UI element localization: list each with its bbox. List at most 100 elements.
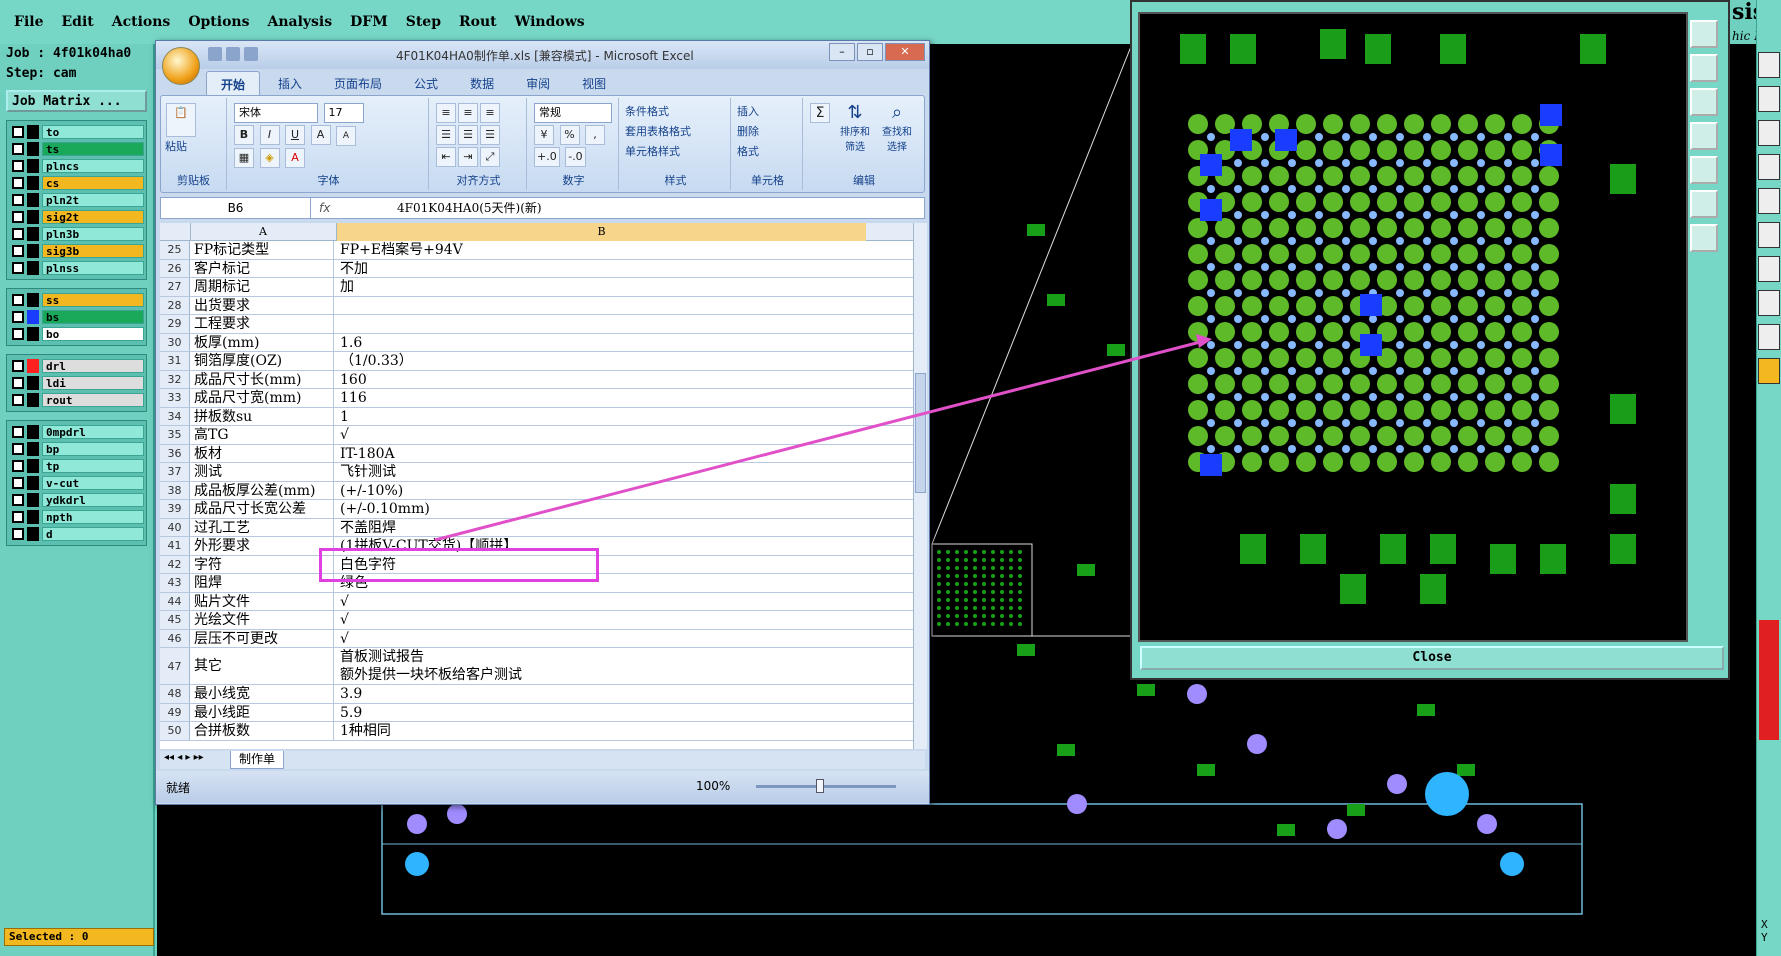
zoom-slider[interactable] <box>756 785 896 788</box>
row-number[interactable]: 41 <box>160 537 190 555</box>
cell-b[interactable]: 不加 <box>340 260 865 278</box>
zoom-level[interactable]: 100% <box>696 779 730 793</box>
font-color-icon[interactable]: A <box>285 148 305 168</box>
tool-1-icon[interactable] <box>1758 52 1780 78</box>
row-number[interactable]: 28 <box>160 296 190 314</box>
spreadsheet-grid[interactable]: A B 25 FP标记类型 FP+E档案号+94V 26 客户标记 不加 27 周期标记加 28… <box>160 223 913 749</box>
row-number[interactable]: 29 <box>160 315 190 333</box>
layer-row-d[interactable]: d <box>9 526 144 542</box>
row-number[interactable]: 32 <box>160 370 190 388</box>
row-number[interactable]: 38 <box>160 481 190 499</box>
row-number[interactable]: 36 <box>160 444 190 462</box>
cell-a[interactable]: 其它 <box>194 648 334 684</box>
zoom-tool-5-icon[interactable] <box>1690 156 1718 184</box>
percent-button[interactable]: % <box>559 125 580 145</box>
orientation-icon[interactable]: ⤢ <box>480 147 500 167</box>
layer-row-plncs[interactable]: plncs <box>9 158 144 174</box>
menu-file[interactable]: File <box>14 14 43 30</box>
sheet-nav-icon[interactable]: ◂◂ ◂ ▸ ▸▸ <box>164 752 204 763</box>
fx-icon[interactable]: fx <box>319 198 379 218</box>
layer-row-ldi[interactable]: ldi <box>9 375 144 391</box>
italic-button[interactable]: I <box>259 125 280 145</box>
align-left-icon[interactable]: ☰ <box>436 125 456 145</box>
job-matrix-button[interactable]: Job Matrix ... <box>6 90 147 112</box>
cell-b[interactable]: 不盖阻焊 <box>340 519 865 537</box>
cell-b[interactable] <box>340 315 865 333</box>
redo-icon[interactable] <box>226 47 240 61</box>
layer-checkbox[interactable] <box>12 245 24 257</box>
find-select-button[interactable]: ⌕ 查找和选择 <box>879 102 915 153</box>
layer-checkbox[interactable] <box>12 228 24 240</box>
tab-formulas[interactable]: 公式 <box>400 71 452 95</box>
row-number[interactable]: 26 <box>160 259 190 277</box>
layer-row-ss[interactable]: ss <box>9 292 144 308</box>
cell-a[interactable]: 合拼板数 <box>194 722 334 740</box>
cell-b[interactable]: √ <box>340 630 865 648</box>
layer-checkbox[interactable] <box>12 160 24 172</box>
paste-button[interactable]: 粘贴 <box>165 138 197 154</box>
layer-row-rout[interactable]: rout <box>9 392 144 408</box>
menu-dfm[interactable]: DFM <box>350 14 388 30</box>
row-number[interactable]: 49 <box>160 703 190 721</box>
row-number[interactable]: 45 <box>160 611 190 629</box>
minimize-button[interactable]: – <box>829 43 855 61</box>
cell-a[interactable]: FP标记类型 <box>194 241 334 259</box>
name-box[interactable]: B6 <box>161 198 311 218</box>
layer-row-drl[interactable]: drl <box>9 358 144 374</box>
sheet-tab[interactable]: 制作单 <box>230 751 285 769</box>
shrink-font-button[interactable]: A <box>336 126 356 146</box>
layer-checkbox[interactable] <box>12 360 24 372</box>
cell-a[interactable]: 铜箔厚度(OZ) <box>194 352 334 370</box>
cell-a[interactable]: 层压不可更改 <box>194 629 334 647</box>
align-right-icon[interactable]: ☰ <box>480 125 500 145</box>
pointer-tool-icon[interactable] <box>1758 358 1780 384</box>
menu-options[interactable]: Options <box>188 14 249 30</box>
scroll-thumb[interactable] <box>915 373 926 493</box>
cell-b[interactable]: 116 <box>340 389 865 407</box>
layer-row-tp[interactable]: tp <box>9 458 144 474</box>
cell-b[interactable]: 1种相同 <box>340 722 865 740</box>
paste-icon[interactable]: 📋 <box>166 103 196 137</box>
column-header-a[interactable]: A <box>190 223 335 241</box>
tool-7-icon[interactable] <box>1758 256 1780 282</box>
cell-a[interactable]: 最小线宽 <box>194 685 334 703</box>
cell-b[interactable] <box>340 297 865 315</box>
menu-rout[interactable]: Rout <box>459 14 497 30</box>
row-number[interactable]: 50 <box>160 722 190 740</box>
row-number[interactable]: 40 <box>160 518 190 536</box>
table-format-button[interactable]: 套用表格格式 <box>625 122 691 142</box>
restore-button[interactable]: ▫ <box>857 43 883 61</box>
tool-4-icon[interactable] <box>1758 154 1780 180</box>
autosum-button[interactable]: Σ <box>810 103 830 123</box>
layer-checkbox[interactable] <box>12 194 24 206</box>
decrease-decimal-button[interactable]: -.0 <box>565 147 586 167</box>
fill-color-icon[interactable]: ◈ <box>259 148 280 168</box>
layer-row-pln2t[interactable]: pln2t <box>9 192 144 208</box>
cell-a[interactable]: 周期标记 <box>194 278 334 296</box>
cell-a[interactable]: 阻焊 <box>194 574 334 592</box>
menu-analysis[interactable]: Analysis <box>267 14 332 30</box>
indent-icon[interactable]: ⇤ <box>436 147 456 167</box>
format-cells-button[interactable]: 格式 <box>737 142 759 162</box>
row-number[interactable]: 30 <box>160 333 190 351</box>
undo-icon[interactable] <box>208 47 222 61</box>
conditional-format-button[interactable]: 条件格式 <box>625 102 691 122</box>
cell-a[interactable]: 过孔工艺 <box>194 518 334 536</box>
cell-a[interactable]: 字符 <box>194 555 334 573</box>
cell-b[interactable]: √ <box>340 593 865 611</box>
layer-row-ts[interactable]: ts <box>9 141 144 157</box>
currency-icon[interactable]: ¥ <box>534 125 554 145</box>
zoom-tool-3-icon[interactable] <box>1690 88 1718 116</box>
cell-b[interactable]: 飞针测试 <box>340 463 865 481</box>
layer-checkbox[interactable] <box>12 294 24 306</box>
cell-b[interactable]: 160 <box>340 371 865 389</box>
layer-checkbox[interactable] <box>12 511 24 523</box>
cell-b[interactable]: 5.9 <box>340 704 865 722</box>
tab-home[interactable]: 开始 <box>206 71 261 95</box>
cell-style-button[interactable]: 单元格样式 <box>625 142 691 162</box>
cell-a[interactable]: 板厚(mm) <box>194 333 334 351</box>
layer-checkbox[interactable] <box>12 426 24 438</box>
zoom-tool-4-icon[interactable] <box>1690 122 1718 150</box>
cell-b[interactable]: (+/-0.10mm) <box>340 500 865 518</box>
row-number[interactable]: 48 <box>160 685 190 703</box>
